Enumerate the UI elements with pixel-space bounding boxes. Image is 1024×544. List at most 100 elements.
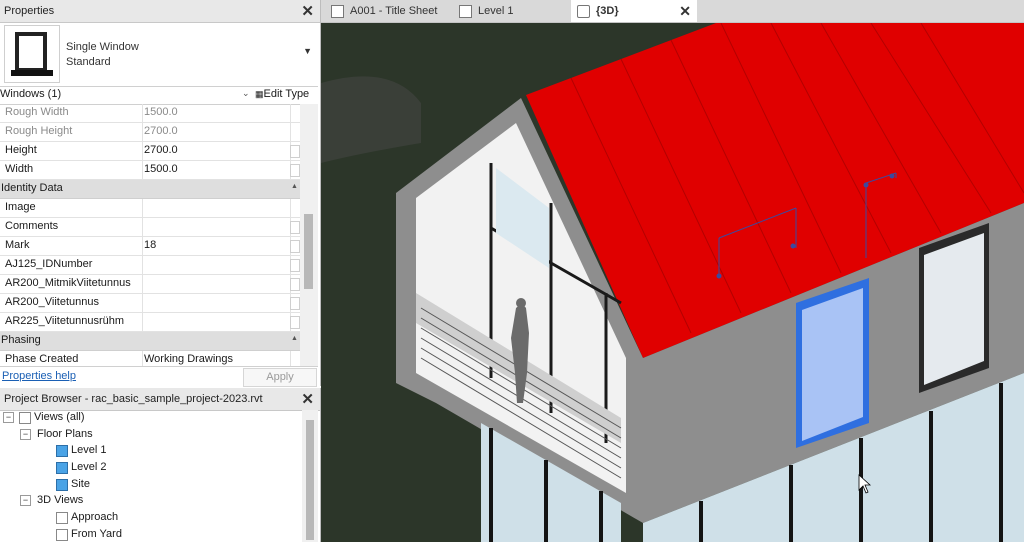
instance-filter-row: Windows (1) ⌄ ▦Edit Type (0, 86, 318, 105)
chevron-down-icon[interactable]: ⌄ (242, 88, 250, 99)
prop-row-image[interactable]: Image (0, 199, 318, 218)
prop-name: Width (5, 163, 34, 175)
tab-label: Level 1 (478, 5, 514, 17)
tree-node-floor-plans[interactable]: − Floor Plans (0, 427, 300, 444)
prop-row-height[interactable]: Height 2700.0 (0, 142, 318, 161)
prop-value: 2700.0 (144, 125, 178, 137)
collapse-toggle-icon[interactable]: − (20, 428, 31, 440)
prop-row-aj125[interactable]: AJ125_IDNumber (0, 256, 318, 275)
instance-selector[interactable]: Windows (1) (0, 88, 61, 100)
prop-name: AR200_Viitetunnus (5, 296, 99, 308)
tree-label: Level 2 (71, 461, 107, 474)
prop-value[interactable]: Working Drawings (144, 353, 233, 365)
group-phasing[interactable]: Phasing ▲ (0, 332, 318, 351)
properties-scrollbar[interactable] (300, 104, 318, 366)
scrollbar-thumb[interactable] (304, 214, 313, 289)
browser-scrollbar[interactable] (302, 410, 318, 542)
tree-label: From Yard (71, 527, 122, 540)
floor-plan-icon (56, 478, 68, 491)
floor-plan-icon (459, 4, 472, 18)
close-tab-icon[interactable]: ✕ (679, 3, 691, 20)
dropdown-arrow-icon[interactable]: ▼ (303, 46, 312, 56)
properties-help-link[interactable]: Properties help (2, 370, 76, 382)
properties-title: Properties (4, 5, 55, 17)
param-associate-button[interactable] (290, 297, 300, 310)
param-associate-button[interactable] (290, 316, 300, 329)
prop-name: Image (5, 201, 36, 213)
properties-panel: Properties ✕ Single Window Standard ▼ Wi… (0, 0, 321, 387)
prop-row-rough-width[interactable]: Rough Width 1500.0 (0, 104, 318, 123)
close-icon[interactable]: ✕ (301, 390, 314, 408)
group-identity-data[interactable]: Identity Data ▲ (0, 180, 318, 199)
prop-row-rough-height[interactable]: Rough Height 2700.0 (0, 123, 318, 142)
prop-row-mark[interactable]: Mark 18 (0, 237, 318, 256)
tab-level-1[interactable]: Level 1 (457, 0, 569, 22)
prop-value[interactable]: 1500.0 (144, 163, 178, 175)
param-associate-button[interactable] (290, 164, 300, 177)
window-type-thumbnail (4, 25, 60, 83)
tree-node-3d-views[interactable]: − 3D Views (0, 493, 300, 510)
tree-node-level-2[interactable]: Level 2 (0, 460, 300, 477)
view-tabs: A001 - Title Sheet Level 1 {3D} ✕ (321, 0, 1024, 23)
close-icon[interactable]: ✕ (301, 2, 314, 20)
tab-title-sheet[interactable]: A001 - Title Sheet (325, 0, 459, 22)
3d-view-icon (56, 528, 68, 541)
param-associate-button[interactable] (290, 240, 300, 253)
apply-button[interactable]: Apply (243, 368, 317, 387)
collapse-toggle-icon[interactable]: − (3, 412, 14, 423)
collapse-icon[interactable]: ▲ (291, 335, 298, 342)
prop-row-ar225[interactable]: AR225_Viitetunnusrühm (0, 313, 318, 332)
type-type: Standard (66, 56, 111, 68)
prop-name: AJ125_IDNumber (5, 258, 93, 270)
param-associate-button[interactable] (290, 221, 300, 234)
tree-node-from-yard[interactable]: From Yard (0, 527, 300, 544)
prop-row-comments[interactable]: Comments (0, 218, 318, 237)
prop-row-width[interactable]: Width 1500.0 (0, 161, 318, 180)
collapse-toggle-icon[interactable]: − (20, 495, 31, 507)
tree-node-approach[interactable]: Approach (0, 510, 300, 527)
tab-label: {3D} (596, 5, 619, 17)
browser-tree: − Views (all) − Floor Plans Level 1 Leve… (0, 410, 300, 544)
prop-value[interactable]: 2700.0 (144, 144, 178, 156)
tab-label: A001 - Title Sheet (350, 5, 438, 17)
tree-node-views-all[interactable]: − Views (all) (0, 410, 300, 427)
prop-row-ar200-mitmik[interactable]: AR200_MitmikViitetunnus (0, 275, 318, 294)
prop-value[interactable]: 18 (144, 239, 156, 251)
tree-node-site[interactable]: Site (0, 477, 300, 494)
floor-plan-icon (56, 462, 68, 475)
tree-label: Site (71, 477, 90, 490)
prop-name: Mark (5, 239, 30, 251)
project-browser-title: Project Browser - rac_basic_sample_proje… (4, 393, 263, 405)
param-associate-button[interactable] (290, 278, 300, 291)
group-label: Identity Data (1, 182, 63, 194)
properties-footer: Properties help Apply (0, 366, 318, 387)
type-selector[interactable]: Single Window Standard ▼ (0, 22, 318, 87)
prop-name: Rough Height (5, 125, 73, 137)
3d-view-canvas[interactable] (321, 23, 1024, 542)
scrollbar-thumb[interactable] (306, 420, 314, 540)
param-associate-button[interactable] (290, 145, 300, 158)
prop-name: Comments (5, 220, 59, 232)
edit-type-button[interactable]: ▦Edit Type (255, 88, 309, 100)
tree-node-level-1[interactable]: Level 1 (0, 443, 300, 460)
prop-name: AR225_Viitetunnusrühm (5, 315, 125, 327)
group-label: Phasing (1, 334, 41, 346)
prop-name: Height (5, 144, 37, 156)
edit-type-icon: ▦ (255, 89, 264, 99)
prop-row-ar200-viitetunnus[interactable]: AR200_Viitetunnus (0, 294, 318, 313)
tab-3d[interactable]: {3D} ✕ (571, 0, 697, 22)
project-browser-panel: Project Browser - rac_basic_sample_proje… (0, 388, 321, 542)
floor-plan-icon (56, 445, 68, 458)
tree-label: Level 1 (71, 444, 107, 457)
type-name: Single Window Standard (66, 40, 139, 70)
3d-model-render[interactable] (321, 23, 1024, 542)
sheet-icon (331, 4, 344, 18)
collapse-icon[interactable]: ▲ (291, 183, 298, 190)
properties-grid: Rough Width 1500.0 Rough Height 2700.0 Hei… (0, 104, 318, 370)
param-associate-button[interactable] (290, 259, 300, 272)
prop-name: Phase Created (5, 353, 79, 365)
project-browser-title-bar: Project Browser - rac_basic_sample_proje… (0, 388, 320, 411)
tree-label: 3D Views (37, 494, 84, 507)
tree-label: Floor Plans (37, 427, 93, 440)
prop-name: Rough Width (5, 106, 69, 118)
